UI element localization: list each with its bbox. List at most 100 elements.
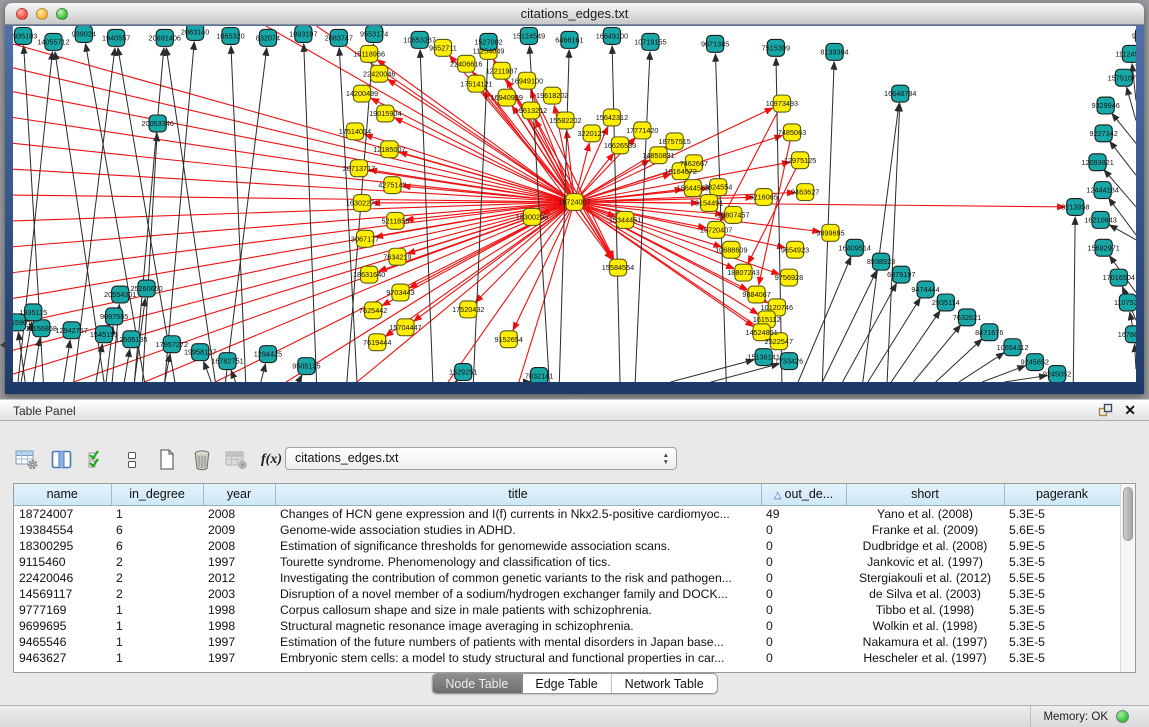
- table-row[interactable]: 911546021997Tourette syndrome. Phenomeno…: [14, 554, 1120, 570]
- graph-node-label: 16648784: [884, 89, 916, 98]
- table-columns-icon: [51, 449, 73, 471]
- graph-node-label: 15118966: [353, 49, 385, 58]
- float-window-icon[interactable]: [1098, 403, 1113, 418]
- cell-pagerank: 5.3E-5: [1004, 602, 1120, 618]
- graph-edge: [822, 271, 876, 382]
- graph-node-label: 4275142: [378, 181, 406, 190]
- zoom-window-button[interactable]: [56, 8, 68, 20]
- graph-node-label: 15642312: [596, 113, 628, 122]
- cell-pagerank: 5.3E-5: [1004, 586, 1120, 602]
- graph-node-label: 6879197: [887, 270, 915, 279]
- table-row[interactable]: 1938455462009Genome-wide association stu…: [14, 522, 1120, 538]
- network-window-titlebar[interactable]: citations_edges.txt: [5, 3, 1144, 25]
- table-settings-button[interactable]: [13, 447, 40, 474]
- graph-node-label: 8471676: [975, 328, 1003, 337]
- minimize-window-button[interactable]: [36, 8, 48, 20]
- close-panel-icon[interactable]: ✕: [1124, 402, 1136, 418]
- graph-edge: [13, 202, 575, 324]
- cell-in_degree: 6: [111, 538, 203, 554]
- cell-title: Genome-wide association studies in ADHD.: [275, 522, 761, 538]
- cell-short: Stergiakouli et al. (2012): [846, 570, 1004, 586]
- tab-edge-table[interactable]: Edge Table: [522, 674, 611, 693]
- tab-node-table[interactable]: Node Table: [432, 674, 522, 693]
- view-mode-button[interactable]: [118, 447, 145, 474]
- tab-network-table[interactable]: Network Table: [612, 674, 717, 693]
- graph-edge: [891, 311, 940, 382]
- graph-node-label: 16786105: [1118, 330, 1136, 339]
- collapse-west-arrow-icon[interactable]: [0, 341, 6, 349]
- table-row[interactable]: 946362711997Embryonic stem cells: a mode…: [14, 650, 1120, 666]
- graph-node-label: 1527002: [474, 38, 502, 47]
- graph-node-label: 18300295: [516, 213, 548, 222]
- graph-edge: [304, 44, 317, 382]
- graph-edge: [225, 48, 266, 382]
- column-header-out_de[interactable]: △out_de...: [761, 484, 846, 505]
- graph-edge: [959, 353, 1004, 382]
- memory-status-dot[interactable]: [1116, 710, 1129, 723]
- graph-node-label: 9227342: [1089, 129, 1117, 138]
- graph-edge: [13, 195, 575, 202]
- table-row[interactable]: 1830029562008Estimation of significance …: [14, 538, 1120, 554]
- column-header-year[interactable]: year: [203, 484, 275, 505]
- table-row[interactable]: 1456911722003Disruption of a novel membe…: [14, 586, 1120, 602]
- graph-node-label: 11156858: [26, 324, 57, 333]
- graph-node-label: 17514014: [339, 127, 371, 136]
- cell-title: Changes of HCN gene expression and I(f) …: [275, 505, 761, 522]
- table-row[interactable]: 1872400712008Changes of HCN gene express…: [14, 505, 1120, 522]
- table-row[interactable]: 969969511998Structural magnetic resonanc…: [14, 618, 1120, 634]
- cell-name: 18724007: [14, 505, 111, 522]
- row-selection-button[interactable]: [83, 447, 110, 474]
- cell-name: 14569117: [14, 586, 111, 602]
- graph-node-label: 16649100: [596, 32, 628, 41]
- column-header-title[interactable]: title: [275, 484, 761, 505]
- column-header-in_degree[interactable]: in_degree: [111, 484, 203, 505]
- column-header-name[interactable]: name: [14, 484, 111, 505]
- graph-node-label: 8938923: [867, 257, 895, 266]
- table-row[interactable]: 2242004622012Investigating the contribut…: [14, 570, 1120, 586]
- column-header-pagerank[interactable]: pagerank: [1004, 484, 1120, 505]
- delete-table-button[interactable]: [223, 447, 250, 474]
- cell-in_degree: 1: [111, 505, 203, 522]
- table-chooser-select[interactable]: citations_edges.txt ▲▼: [285, 447, 677, 470]
- graph-node-label: 939024: [72, 30, 96, 39]
- delete-column-button[interactable]: [188, 447, 215, 474]
- graph-node-label: 9505135: [292, 362, 320, 371]
- graph-node-label: 19958107: [184, 348, 216, 357]
- graph-edge: [843, 283, 897, 382]
- cell-year: 1998: [203, 602, 275, 618]
- graph-node-label: 20053346: [141, 119, 173, 128]
- column-visibility-button[interactable]: [48, 447, 75, 474]
- gray-table-icon: [225, 449, 249, 471]
- graph-node-label: 3824554: [704, 183, 732, 192]
- fx-icon: f(x): [261, 452, 282, 468]
- graph-edge: [1004, 376, 1047, 382]
- table-row[interactable]: 977716911998Corpus callosum shape and si…: [14, 602, 1120, 618]
- graph-node-label: 7632621: [953, 313, 981, 322]
- new-column-button[interactable]: [153, 447, 180, 474]
- graph-node-label: 1940557: [102, 34, 130, 43]
- graph-node-label: 20713717: [343, 164, 375, 173]
- graph-node-label: 12185007: [373, 145, 405, 154]
- cell-in_degree: 1: [111, 602, 203, 618]
- cell-title: Embryonic stem cells: a model to study s…: [275, 650, 761, 666]
- graph-node-label: 10688609: [715, 245, 747, 254]
- graph-node-label: 11254049: [473, 47, 505, 56]
- graph-node-label: 3220127: [578, 129, 606, 138]
- cell-name: 9463627: [14, 650, 111, 666]
- table-row[interactable]: 946554611997Estimation of the future num…: [14, 634, 1120, 650]
- graph-node-label: 10164672: [665, 167, 697, 176]
- close-window-button[interactable]: [16, 8, 28, 20]
- network-canvas[interactable]: 1872400718300295151189662242004614200499…: [13, 26, 1136, 382]
- network-window: citations_edges.txt 18724007183002951511…: [5, 3, 1144, 394]
- status-bar: Memory: OK: [0, 705, 1149, 727]
- column-header-short[interactable]: short: [846, 484, 1004, 505]
- graph-edge: [1135, 344, 1136, 369]
- table-scrollbar-thumb[interactable]: [1123, 487, 1133, 541]
- cell-title: Investigating the contribution of common…: [275, 570, 761, 586]
- graph-node-label: 10653287: [404, 36, 436, 45]
- graph-node-label: 9756928: [775, 273, 803, 282]
- chevron-up-down-icon: ▲▼: [663, 452, 669, 466]
- table-scrollbar[interactable]: [1120, 484, 1135, 672]
- function-builder-button[interactable]: f(x): [258, 447, 285, 474]
- graph-node-label: 7619444: [363, 338, 391, 347]
